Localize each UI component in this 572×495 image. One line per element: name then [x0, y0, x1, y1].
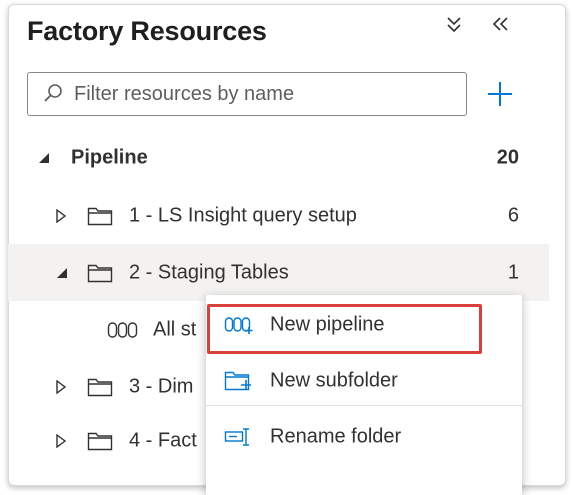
plus-icon[interactable] — [482, 76, 518, 112]
menu-item-new-subfolder[interactable]: New subfolder — [206, 353, 522, 409]
menu-item-label: Rename folder — [270, 425, 402, 448]
tree-item-label: Pipeline — [71, 146, 148, 168]
tree-item-label: 2 - Staging Tables — [129, 261, 289, 283]
chevron-double-left-icon[interactable] — [490, 14, 512, 41]
chevron-double-down-icon[interactable] — [444, 14, 464, 41]
tree-item-count: 20 — [496, 146, 519, 168]
folder-icon — [87, 264, 113, 282]
folder-icon — [87, 432, 113, 450]
tree-item-label: 3 - Dim — [129, 375, 194, 397]
rename-folder-icon — [224, 428, 249, 446]
menu-item-label: New pipeline — [270, 313, 385, 336]
filter-resources-input[interactable] — [72, 81, 466, 107]
folder-context-menu: New pipeline New subfolder Rename folder — [206, 295, 522, 495]
new-pipeline-icon — [224, 317, 253, 334]
caret-collapsed-icon[interactable] — [55, 208, 67, 223]
tree-item-folder-2[interactable]: 2 - Staging Tables 1 — [8, 244, 549, 301]
tree-item-label: 1 - LS Insight query setup — [129, 204, 357, 226]
caret-expanded-icon[interactable] — [37, 151, 51, 165]
panel-title: Factory Resources — [27, 16, 267, 46]
tree-item-folder-1[interactable]: 1 - LS Insight query setup 6 — [8, 187, 549, 244]
folder-icon — [87, 378, 113, 396]
tree-item-count: 1 — [507, 261, 519, 283]
folder-icon — [87, 207, 113, 225]
caret-collapsed-icon[interactable] — [55, 379, 67, 394]
menu-item-new-pipeline[interactable]: New pipeline — [206, 297, 522, 353]
tree-item-label: All st — [153, 318, 197, 340]
menu-item-rename-folder[interactable]: Rename folder — [206, 409, 522, 465]
caret-expanded-icon[interactable] — [55, 266, 69, 280]
tree-item-label: 4 - Fact — [129, 429, 197, 451]
menu-item-label: New subfolder — [270, 369, 398, 392]
pipeline-icon — [107, 321, 138, 338]
new-subfolder-icon — [224, 371, 251, 391]
tree-item-pipeline[interactable]: Pipeline 20 — [8, 129, 549, 186]
filter-resources-search[interactable] — [27, 72, 467, 116]
search-icon — [44, 84, 62, 102]
menu-divider — [206, 405, 522, 406]
caret-collapsed-icon[interactable] — [55, 433, 67, 448]
tree-item-count: 6 — [507, 204, 519, 226]
